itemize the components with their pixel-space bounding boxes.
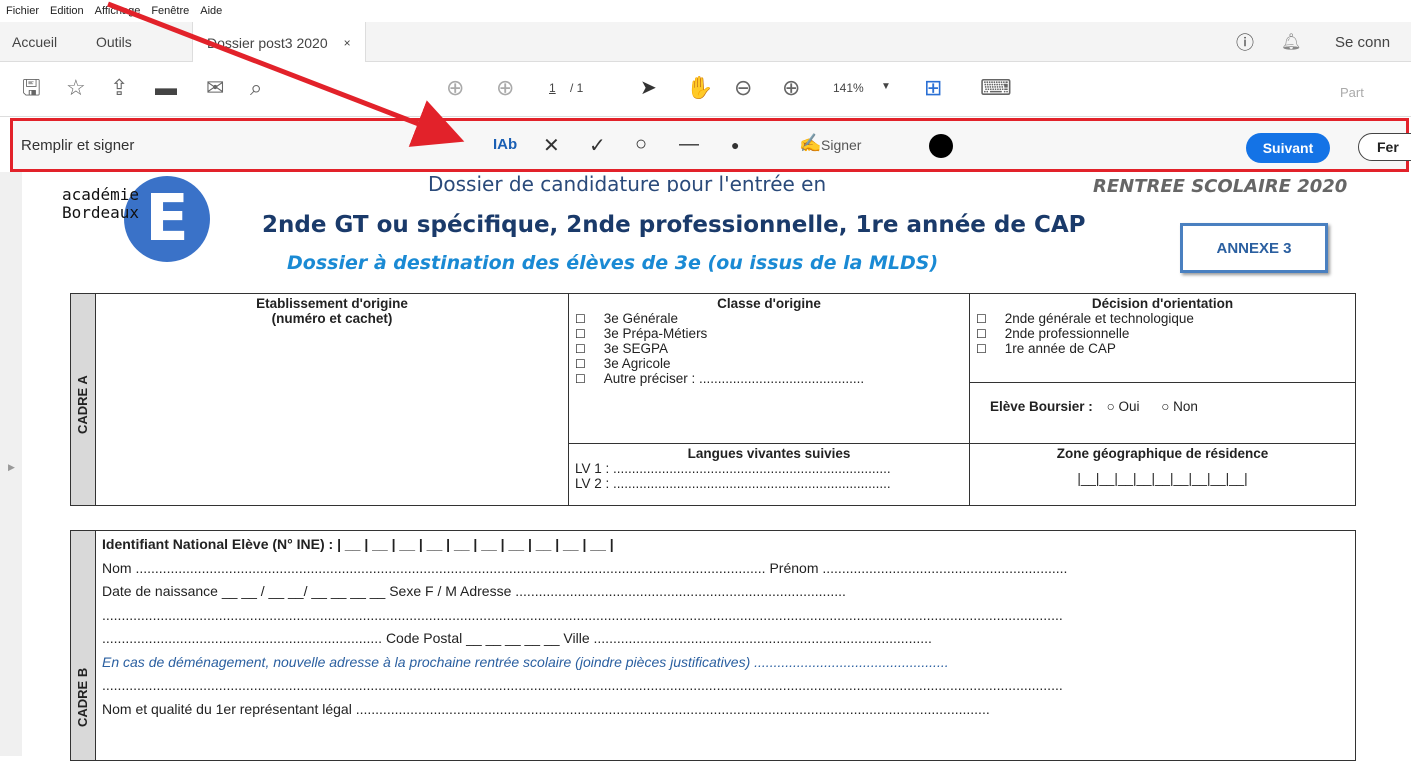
academie-logo-text: académie Bordeaux: [62, 186, 139, 222]
classe-option[interactable]: ☐ 3e Agricole: [575, 356, 963, 371]
classe-option[interactable]: ☐ Autre préciser : ......................…: [575, 371, 963, 386]
hand-tool-icon[interactable]: ✋: [686, 76, 713, 100]
doc-subtitle: Dossier à destination des élèves de 3e (…: [287, 252, 939, 274]
zone-title: Zone géographique de résidence: [1056, 446, 1269, 461]
page-total: / 1: [570, 81, 584, 95]
code-postal-field[interactable]: ........................................…: [102, 627, 1349, 651]
cadre-b-table: CADRE B Identifiant National Elève (N° I…: [70, 530, 1356, 761]
zoom-level[interactable]: 141%: [833, 81, 864, 95]
decision-option[interactable]: ☐ 1re année de CAP: [976, 341, 1349, 356]
boursier-oui-radio[interactable]: ○ Oui: [1107, 399, 1140, 414]
page-number-input[interactable]: 1: [549, 81, 556, 95]
tab-accueil[interactable]: Accueil: [12, 22, 57, 62]
menu-edition[interactable]: Edition: [50, 5, 84, 17]
classe-option[interactable]: ☐ 3e Générale: [575, 311, 963, 326]
ine-field[interactable]: Identifiant National Elève (N° INE) : | …: [102, 533, 1349, 557]
header-line: Dossier de candidature pour l'entrée en: [428, 172, 827, 192]
share-button[interactable]: Part: [1340, 81, 1364, 105]
langues-title: Langues vivantes suivies: [687, 446, 851, 461]
next-button[interactable]: Suivant: [1246, 133, 1330, 163]
menu-fenetre[interactable]: Fenêtre: [151, 5, 189, 17]
decision-title: Décision d'orientation: [1091, 296, 1234, 311]
sign-button[interactable]: Signer: [821, 137, 861, 153]
line-tool-icon[interactable]: —: [679, 133, 699, 156]
tab-bar: Accueil Outils Dossier post3 2020 × ⓘ 🔔︎…: [0, 22, 1411, 63]
help-icon[interactable]: ⓘ: [1236, 22, 1254, 62]
print-icon[interactable]: ▬: [155, 76, 177, 100]
expand-arrow-icon[interactable]: ▶: [8, 462, 15, 473]
adresse-line[interactable]: ........................................…: [102, 604, 1349, 628]
sign-pen-icon[interactable]: ✍: [799, 133, 821, 154]
nom-prenom-field[interactable]: Nom ....................................…: [102, 557, 1349, 581]
menu-fichier[interactable]: Fichier: [6, 5, 39, 17]
menu-bar: Fichier Edition Affichage Fenêtre Aide: [0, 0, 1411, 22]
boursier-non-radio[interactable]: ○ Non: [1161, 399, 1198, 414]
zoom-in-icon[interactable]: ⊕: [782, 76, 800, 100]
representant-field[interactable]: Nom et qualité du 1er représentant légal…: [102, 698, 1349, 722]
decision-cell: Décision d'orientation ☐ 2nde générale et…: [969, 293, 1356, 444]
lv1-field[interactable]: LV 1 : .................................…: [575, 461, 963, 476]
demenagement-line[interactable]: ........................................…: [102, 674, 1349, 698]
doc-title: 2nde GT ou spécifique, 2nde professionne…: [262, 212, 1086, 238]
cadre-b-label-cell: CADRE B: [70, 530, 96, 761]
logo-line2: Bordeaux: [62, 203, 140, 222]
main-toolbar: 🖫 ☆ ⇪ ▬ ✉ ⌕ ⊕ ⊕ 1 / 1 ➤ ✋ ⊖ ⊕ 141% ▼ ⊞ ⌨…: [0, 62, 1411, 117]
tab-outils[interactable]: Outils: [96, 22, 132, 62]
annexe-badge: ANNEXE 3: [1180, 223, 1328, 273]
demenagement-field[interactable]: En cas de déménagement, nouvelle adresse…: [102, 651, 1349, 675]
identity-cell: Identifiant National Elève (N° INE) : | …: [95, 530, 1356, 761]
boursier-row: Elève Boursier : ○ Oui ○ Non: [970, 383, 1355, 430]
classe-option[interactable]: ☐ 3e SEGPA: [575, 341, 963, 356]
naissance-field[interactable]: Date de naissance __ __ / __ __/ __ __ _…: [102, 580, 1349, 604]
fit-page-icon[interactable]: ⊞: [924, 76, 942, 100]
keyboard-icon[interactable]: ⌨: [980, 76, 1012, 100]
mail-icon[interactable]: ✉: [206, 76, 224, 100]
zoom-out-icon[interactable]: ⊖: [734, 76, 752, 100]
cadre-a-table: CADRE A Etablissement d'origine (numéro …: [70, 293, 1356, 506]
star-icon[interactable]: ☆: [66, 76, 86, 100]
rentree-label: RENTREE SCOLAIRE 2020: [1093, 176, 1348, 197]
zoom-dropdown-icon[interactable]: ▼: [881, 81, 891, 92]
etablissement-cell[interactable]: Etablissement d'origine (numéro et cache…: [95, 293, 569, 506]
fill-sign-toolbar: Remplir et signer IAb ✕ ✓ ○ — ● ✍ Signer…: [10, 118, 1411, 172]
sidebar-toggle[interactable]: ▶: [0, 172, 22, 756]
zoom-search-icon[interactable]: ⌕: [250, 76, 262, 100]
color-picker-icon[interactable]: [929, 134, 953, 158]
close-fill-button[interactable]: Fer: [1358, 133, 1411, 161]
menu-affichage[interactable]: Affichage: [95, 5, 141, 17]
page-up-icon[interactable]: ⊕: [446, 76, 464, 100]
cross-tool-icon[interactable]: ✕: [543, 133, 560, 158]
etab-title: Etablissement d'origine: [256, 296, 408, 311]
classe-option[interactable]: ☐ 3e Prépa-Métiers: [575, 326, 963, 341]
dot-tool-icon[interactable]: ●: [731, 137, 739, 153]
save-icon[interactable]: 🖫: [22, 76, 41, 100]
decision-option[interactable]: ☐ 2nde professionnelle: [976, 326, 1349, 341]
close-tab-icon[interactable]: ×: [344, 36, 351, 50]
classe-cell: Classe d'origine ☐ 3e Générale ☐ 3e Prépa-…: [568, 293, 970, 444]
lv2-field[interactable]: LV 2 : .................................…: [575, 476, 963, 491]
tab-document[interactable]: Dossier post3 2020 ×: [192, 22, 366, 63]
zone-field[interactable]: |__|__|__|__|__|__|__|__|__|: [976, 471, 1349, 486]
text-tool-button[interactable]: IAb: [493, 136, 517, 153]
tab-document-label: Dossier post3 2020: [207, 34, 328, 51]
cadre-b-label: CADRE B: [75, 667, 90, 727]
circle-tool-icon[interactable]: ○: [635, 133, 647, 156]
page-down-icon[interactable]: ⊕: [496, 76, 514, 100]
signin-link[interactable]: Se conn: [1335, 22, 1390, 62]
fill-sign-title: Remplir et signer: [21, 137, 135, 154]
cadre-a-label: CADRE A: [75, 375, 90, 434]
logo-line1: académie: [62, 185, 140, 204]
upload-icon[interactable]: ⇪: [110, 76, 128, 100]
classe-title: Classe d'origine: [717, 296, 821, 311]
etab-sub: (numéro et cachet): [271, 311, 393, 326]
decision-option[interactable]: ☐ 2nde générale et technologique: [976, 311, 1349, 326]
bell-icon[interactable]: 🔔︎: [1281, 22, 1301, 62]
boursier-label: Elève Boursier :: [990, 399, 1093, 414]
check-tool-icon[interactable]: ✓: [589, 133, 606, 158]
select-cursor-icon[interactable]: ➤: [640, 76, 657, 100]
zone-cell: Zone géographique de résidence |__|__|__…: [969, 443, 1356, 506]
cadre-a-label-cell: CADRE A: [70, 293, 96, 506]
langues-cell: Langues vivantes suivies LV 1 : ........…: [568, 443, 970, 506]
menu-aide[interactable]: Aide: [200, 5, 222, 17]
